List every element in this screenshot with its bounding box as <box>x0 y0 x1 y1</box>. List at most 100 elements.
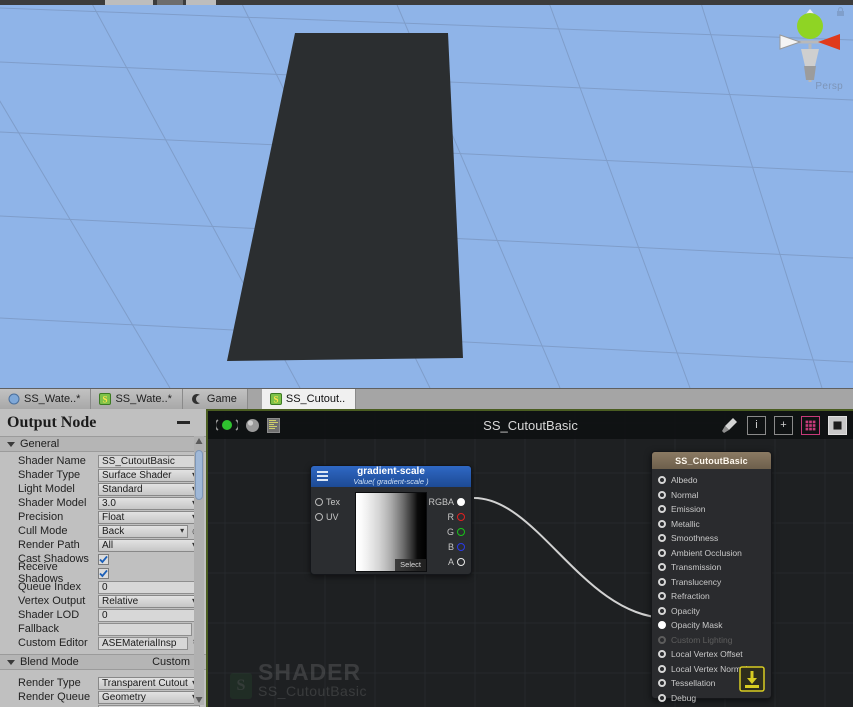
tessellation-port-icon[interactable] <box>658 679 666 688</box>
g-port-icon[interactable] <box>457 527 465 536</box>
live-preview-icon[interactable] <box>216 417 238 433</box>
port-uv[interactable]: UV <box>315 509 353 524</box>
tab-game[interactable]: Game <box>182 389 248 409</box>
port-rgba[interactable]: RGBA <box>427 494 465 509</box>
shader-name-input[interactable]: SS_CutoutBasic <box>98 454 200 468</box>
shader-type-dropdown[interactable]: Surface Shader ▾ <box>98 468 200 482</box>
vertex-output-dropdown[interactable]: Relative ▾ <box>98 594 200 608</box>
node-header[interactable]: gradient-scale Value( gradient-scale ) <box>311 466 471 487</box>
tab-ss-water-shader[interactable]: S SS_Wate..* <box>91 389 183 409</box>
tex-port-icon[interactable] <box>315 497 323 506</box>
port-tex[interactable]: Tex <box>315 494 353 509</box>
shader-node-graph[interactable]: S SHADER SS_CutoutBasic gradient-scale V… <box>208 409 853 707</box>
translucency-port-icon[interactable] <box>658 577 666 586</box>
info-icon[interactable]: i <box>747 415 766 435</box>
b-port-icon[interactable] <box>457 542 465 551</box>
uv-port-icon[interactable] <box>315 512 323 521</box>
opacity-port-icon[interactable] <box>658 606 666 615</box>
master-port-opacity-mask[interactable]: Opacity Mask <box>658 618 771 633</box>
emission-port-icon[interactable] <box>658 505 666 514</box>
row-receive-shadows: Receive Shadows <box>0 561 206 585</box>
top-toolbar-sliver <box>0 0 853 5</box>
port-r[interactable]: R <box>427 509 465 524</box>
smoothness-port-icon[interactable] <box>658 534 666 543</box>
scrollbar-thumb[interactable] <box>195 450 203 500</box>
shader-model-dropdown[interactable]: 3.0 ▾ <box>98 496 200 510</box>
refraction-port-icon[interactable] <box>658 592 666 601</box>
download-badge-icon[interactable] <box>739 666 765 692</box>
row-light-model: Light Model Standard ▾ <box>0 482 206 496</box>
render-queue-dropdown[interactable]: Geometry ▾ <box>98 690 200 704</box>
precision-dropdown[interactable]: Float ▾ <box>98 510 200 524</box>
normal-port-icon[interactable] <box>658 490 666 499</box>
sphere-preview-icon[interactable] <box>245 418 260 433</box>
cast-shadows-checkbox[interactable] <box>98 553 109 565</box>
transmission-port-icon[interactable] <box>658 563 666 572</box>
master-port-ambient-occlusion[interactable]: Ambient Occlusion <box>658 546 771 561</box>
scroll-down-icon[interactable] <box>195 696 203 704</box>
port-a[interactable]: A <box>427 554 465 569</box>
toolbar-btn-c[interactable] <box>186 0 216 5</box>
toolbar-btn-b[interactable] <box>157 0 183 5</box>
inspector-scrollbar[interactable] <box>194 436 204 705</box>
queue-index-input[interactable]: 0 <box>98 580 200 594</box>
custom-editor-input[interactable]: ASEMaterialInsp <box>98 636 189 650</box>
debug-port-icon[interactable] <box>658 693 666 702</box>
r-port-icon[interactable] <box>457 512 465 521</box>
scene-viewport[interactable]: Persp <box>0 0 853 388</box>
port-g[interactable]: G <box>427 524 465 539</box>
master-port-metallic[interactable]: Metallic <box>658 517 771 532</box>
focus-frame-icon[interactable] <box>828 415 847 435</box>
tab-ss-cutout-shader[interactable]: S SS_Cutout.. <box>261 389 357 409</box>
select-texture-button[interactable]: Select <box>395 559 426 571</box>
toolbar-btn-a[interactable] <box>105 0 153 5</box>
local-vertex-normal-port-icon[interactable] <box>658 664 666 673</box>
gizmo-perspective-label[interactable]: Persp <box>815 81 843 92</box>
lock-icon[interactable] <box>836 7 845 17</box>
render-path-dropdown[interactable]: All ▾ <box>98 538 200 552</box>
master-port-debug[interactable]: Debug <box>658 691 771 706</box>
texture-sample-node[interactable]: gradient-scale Value( gradient-scale ) T… <box>310 465 472 575</box>
a-port-icon[interactable] <box>457 557 465 566</box>
minimize-icon[interactable] <box>177 421 190 424</box>
grid-toggle-icon[interactable] <box>801 415 820 435</box>
rgba-port-icon[interactable] <box>457 497 465 506</box>
code-view-icon[interactable] <box>267 417 280 433</box>
foldout-general[interactable]: General <box>0 436 206 452</box>
master-port-local-vertex-offset[interactable]: Local Vertex Offset <box>658 647 771 662</box>
cleanup-broom-icon[interactable] <box>720 416 739 435</box>
master-node-header[interactable]: SS_CutoutBasic <box>652 452 771 469</box>
game-icon <box>191 394 200 404</box>
hamburger-icon[interactable] <box>317 471 328 483</box>
foldout-blend-mode[interactable]: Blend Mode Custom ▾ <box>0 654 206 670</box>
master-port-emission[interactable]: Emission <box>658 502 771 517</box>
master-port-refraction[interactable]: Refraction <box>658 589 771 604</box>
opacity-mask-port-icon[interactable] <box>658 621 666 630</box>
node-output-ports: RGBA R G B A <box>427 492 467 571</box>
texture-preview[interactable]: Select <box>355 492 427 572</box>
shader-lod-input[interactable]: 0 <box>98 608 200 622</box>
master-output-node[interactable]: SS_CutoutBasic Albedo Normal Emission Me… <box>651 451 772 703</box>
local-vertex-offset-port-icon[interactable] <box>658 650 666 659</box>
blend-mode-preset-dropdown[interactable]: Custom ▾ <box>152 656 198 668</box>
master-port-translucency[interactable]: Translucency <box>658 575 771 590</box>
render-type-dropdown[interactable]: Transparent Cutout ▾ <box>98 676 200 690</box>
port-b[interactable]: B <box>427 539 465 554</box>
albedo-port-icon[interactable] <box>658 476 666 485</box>
add-node-icon[interactable]: + <box>774 415 793 435</box>
ambient-occlusion-port-icon[interactable] <box>658 548 666 557</box>
fallback-input[interactable] <box>98 622 192 636</box>
master-port-transmission[interactable]: Transmission <box>658 560 771 575</box>
master-port-opacity[interactable]: Opacity <box>658 604 771 619</box>
light-model-dropdown[interactable]: Standard ▾ <box>98 482 200 496</box>
master-port-albedo[interactable]: Albedo <box>658 473 771 488</box>
scene-view-gizmo[interactable]: Persp <box>771 4 849 94</box>
scene-object-quad[interactable] <box>0 0 853 388</box>
tab-ss-water-scene[interactable]: SS_Wate..* <box>0 389 92 409</box>
scroll-up-icon[interactable] <box>195 437 203 445</box>
receive-shadows-checkbox[interactable] <box>98 567 109 579</box>
cull-mode-dropdown[interactable]: Back ▾ <box>98 524 189 538</box>
master-port-normal[interactable]: Normal <box>658 488 771 503</box>
master-port-smoothness[interactable]: Smoothness <box>658 531 771 546</box>
metallic-port-icon[interactable] <box>658 519 666 528</box>
